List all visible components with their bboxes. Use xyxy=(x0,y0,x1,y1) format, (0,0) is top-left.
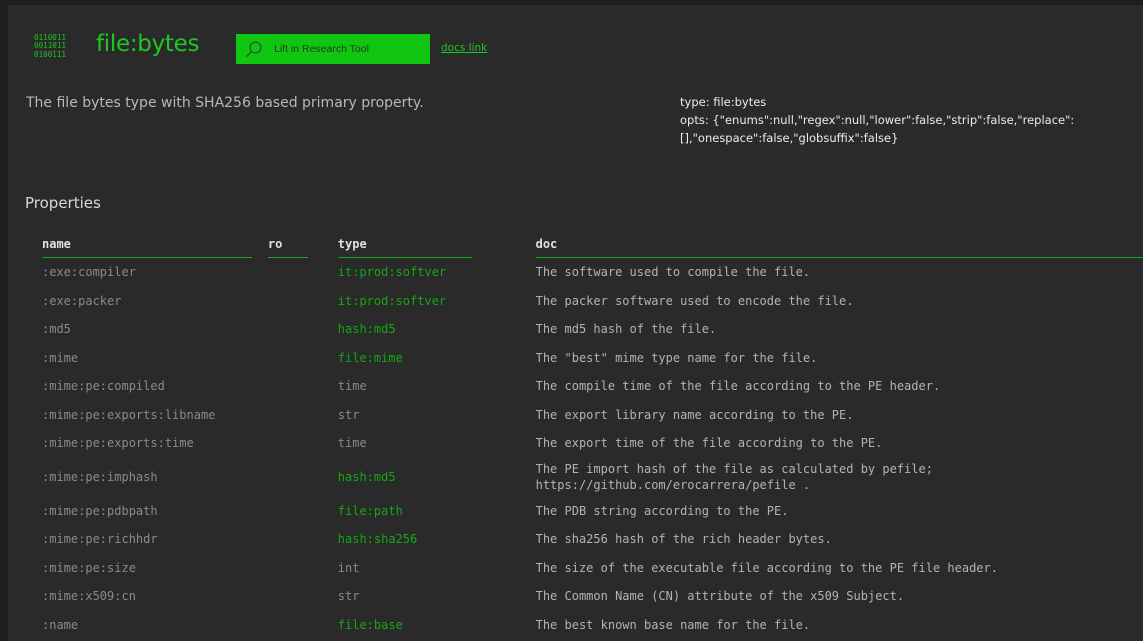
property-name: :mime:pe:exports:time xyxy=(42,436,194,451)
table-header-row: name ro type doc xyxy=(42,231,1143,258)
property-ro xyxy=(268,258,308,287)
page-frame: 0110011 0011011 0100111 file:bytes Lift … xyxy=(8,5,1143,641)
table-row: :md5 hash:md5 The md5 hash of the file. xyxy=(42,315,1143,344)
property-type[interactable]: hash:sha256 xyxy=(338,525,472,554)
property-ro xyxy=(268,372,308,401)
property-doc: The PE import hash of the file as calcul… xyxy=(535,462,933,492)
property-ro xyxy=(268,525,308,554)
property-doc: The "best" mime type name for the file. xyxy=(535,350,818,365)
property-ro xyxy=(268,582,308,611)
property-type[interactable]: hash:md5 xyxy=(338,458,472,497)
property-type: str xyxy=(337,589,360,604)
property-name: :mime:pe:imphash xyxy=(42,470,158,484)
property-doc: The export time of the file according to… xyxy=(535,436,883,451)
table-row: :mime:pe:imphash hash:md5 The PE import ha… xyxy=(42,458,1143,497)
property-doc: The software used to compile the file. xyxy=(535,265,811,280)
property-type[interactable]: it:prod:softver xyxy=(338,287,472,316)
property-name: :mime:pe:richhdr xyxy=(42,532,158,547)
property-name: :md5 xyxy=(42,322,71,337)
property-type[interactable]: it:prod:softver xyxy=(338,258,472,287)
property-ro xyxy=(268,429,308,458)
property-type: time xyxy=(337,436,367,451)
property-type: int xyxy=(337,560,360,575)
property-name: :mime:pe:pdbpath xyxy=(42,503,158,518)
type-line: type: file:bytes xyxy=(680,95,767,109)
table-row: :mime file:mime The "best" mime type name … xyxy=(42,344,1143,373)
docs-link[interactable]: docs link xyxy=(441,42,487,54)
property-ro xyxy=(268,611,308,640)
property-doc: The size of the executable file accordin… xyxy=(535,560,998,575)
property-type[interactable]: hash:md5 xyxy=(338,315,472,344)
page-title: file:bytes xyxy=(96,31,200,57)
properties-table: name ro type doc :exe:compiler it:prod:so… xyxy=(42,231,1143,639)
opts-line: opts: {"enums":null,"regex":null,"lower"… xyxy=(680,113,1075,145)
table-row: :mime:pe:compiled time The compile time of… xyxy=(42,372,1143,401)
property-ro xyxy=(268,315,308,344)
property-name: :mime:pe:size xyxy=(42,560,136,575)
table-row: :mime:pe:size int The size of the executab… xyxy=(42,554,1143,583)
property-doc: The export library name according to the… xyxy=(535,407,854,422)
column-header-name: name xyxy=(42,231,252,258)
property-doc: The sha256 hash of the rich header bytes… xyxy=(535,532,832,547)
property-ro xyxy=(268,554,308,583)
search-icon xyxy=(245,41,262,58)
table-row: :exe:compiler it:prod:softver The software… xyxy=(42,258,1143,287)
column-header-type: type xyxy=(337,231,472,258)
column-header-ro: ro xyxy=(267,231,308,258)
binary-logo: 0110011 0011011 0100111 xyxy=(34,33,67,59)
property-doc: The Common Name (CN) attribute of the x5… xyxy=(535,589,905,604)
property-type[interactable]: file:path xyxy=(338,497,472,526)
property-ro xyxy=(268,287,308,316)
table-row: :mime:pe:pdbpath file:path The PDB string … xyxy=(42,497,1143,526)
property-name: :exe:compiler xyxy=(42,265,136,280)
property-doc: The compile time of the file according t… xyxy=(535,379,941,394)
property-doc: The best known base name for the file. xyxy=(535,617,811,632)
type-meta: type: file:bytes opts: {"enums":null,"re… xyxy=(680,93,1143,147)
table-row: :mime:pe:exports:time time The export time… xyxy=(42,429,1143,458)
property-doc: The md5 hash of the file. xyxy=(535,322,717,337)
property-doc: The packer software used to encode the f… xyxy=(535,293,854,308)
properties-heading: Properties xyxy=(25,194,101,212)
table-row: :name file:base The best known base name f… xyxy=(42,611,1143,640)
table-row: :exe:packer it:prod:softver The packer sof… xyxy=(42,287,1143,316)
property-ro xyxy=(268,344,308,373)
property-ro xyxy=(268,401,308,430)
property-name: :name xyxy=(42,617,79,632)
property-type[interactable]: file:mime xyxy=(338,344,472,373)
property-ro xyxy=(268,497,308,526)
property-doc: The PDB string according to the PE. xyxy=(535,503,789,518)
property-type: str xyxy=(337,407,360,422)
property-name: :mime:pe:exports:libname xyxy=(42,407,216,422)
lift-in-research-tool-button[interactable]: Lift in Research Tool xyxy=(236,34,430,64)
type-description: The file bytes type with SHA256 based pr… xyxy=(26,95,424,111)
property-name: :mime xyxy=(42,350,79,365)
table-row: :mime:pe:exports:libname str The export li… xyxy=(42,401,1143,430)
property-name: :mime:x509:cn xyxy=(42,589,136,604)
column-header-doc: doc xyxy=(535,231,1143,258)
property-ro xyxy=(268,458,308,497)
property-type: time xyxy=(337,379,367,394)
table-row: :mime:x509:cn str The Common Name (CN) att… xyxy=(42,582,1143,611)
table-row: :mime:pe:richhdr hash:sha256 The sha256 ha… xyxy=(42,525,1143,554)
property-name: :mime:pe:compiled xyxy=(42,379,165,394)
property-type[interactable]: file:base xyxy=(338,611,472,640)
lift-button-label: Lift in Research Tool xyxy=(274,43,369,55)
property-name: :exe:packer xyxy=(42,293,122,308)
properties-table-body: :exe:compiler it:prod:softver The software… xyxy=(42,258,1143,639)
